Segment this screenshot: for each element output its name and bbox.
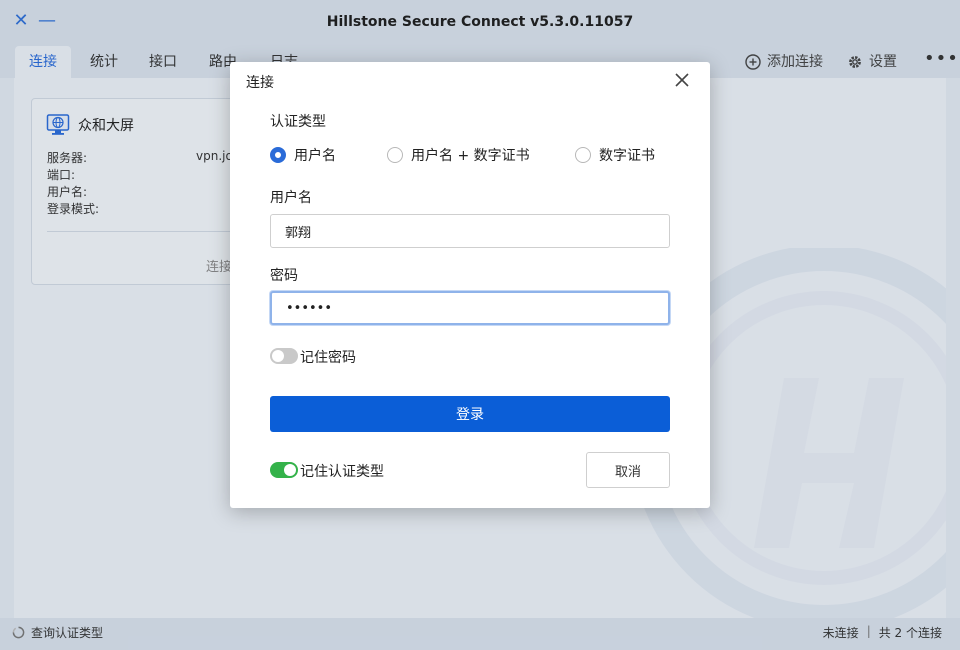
- login-button[interactable]: 登录: [270, 396, 670, 432]
- radio-username-label: 用户名: [294, 148, 336, 164]
- connect-dialog: 连接 认证类型 用户名 用户名 + 数字证书 数字证书 用户名 密码 记住密码 …: [230, 62, 710, 508]
- toggle-knob: [284, 464, 296, 476]
- password-field-label: 密码: [270, 268, 298, 284]
- radio-unselected-icon: [387, 147, 403, 163]
- radio-unselected-icon: [575, 147, 591, 163]
- radio-selected-icon: [270, 147, 286, 163]
- close-icon[interactable]: [672, 70, 692, 90]
- radio-username[interactable]: 用户名: [270, 145, 336, 165]
- username-field-label: 用户名: [270, 190, 312, 206]
- password-input[interactable]: [270, 291, 670, 325]
- remember-password-label: 记住密码: [300, 350, 356, 366]
- radio-username-certificate-label: 用户名 + 数字证书: [411, 148, 530, 164]
- username-input[interactable]: [270, 214, 670, 248]
- remember-auth-type-label: 记住认证类型: [300, 464, 384, 480]
- cancel-button[interactable]: 取消: [586, 452, 670, 488]
- auth-type-label: 认证类型: [270, 114, 326, 130]
- radio-certificate-label: 数字证书: [599, 148, 655, 164]
- dialog-title: 连接: [246, 75, 274, 91]
- remember-auth-type-toggle[interactable]: [270, 462, 298, 478]
- remember-password-toggle[interactable]: [270, 348, 298, 364]
- radio-certificate[interactable]: 数字证书: [575, 145, 655, 165]
- toggle-knob: [272, 350, 284, 362]
- radio-username-certificate[interactable]: 用户名 + 数字证书: [387, 145, 530, 165]
